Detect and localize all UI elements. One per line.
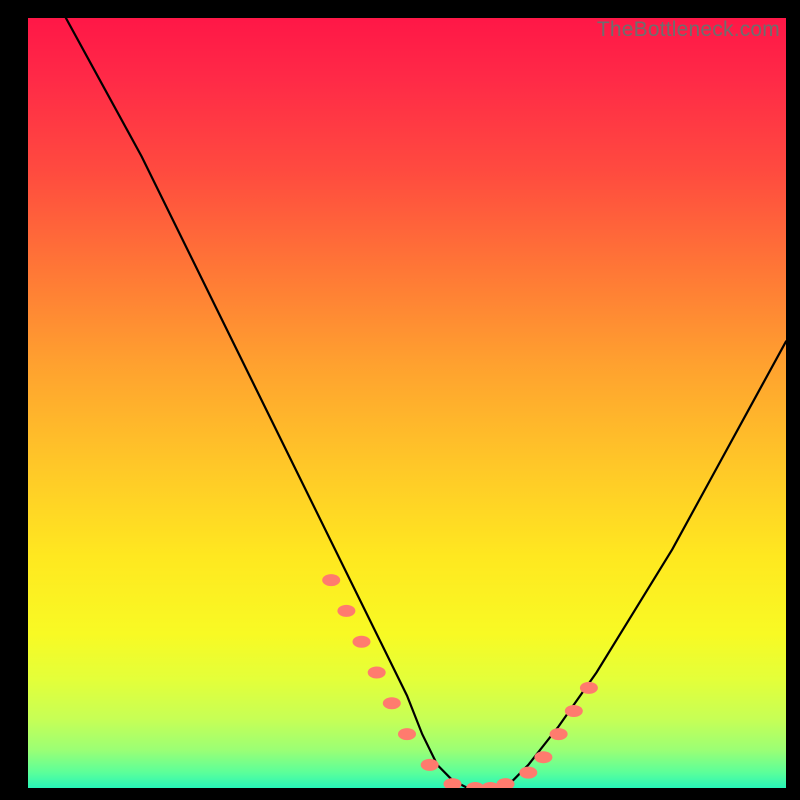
highlight-dot bbox=[383, 697, 401, 709]
chart-frame: TheBottleneck.com bbox=[28, 18, 786, 788]
highlight-dot bbox=[368, 667, 386, 679]
highlight-dot bbox=[534, 751, 552, 763]
highlight-dot bbox=[421, 759, 439, 771]
highlight-dot bbox=[580, 682, 598, 694]
curve-layer bbox=[28, 18, 786, 788]
highlight-dot bbox=[444, 778, 462, 788]
highlight-dot bbox=[497, 778, 515, 788]
bottleneck-curve bbox=[66, 18, 786, 788]
watermark-text: TheBottleneck.com bbox=[597, 18, 780, 42]
highlight-dot bbox=[466, 782, 484, 788]
highlight-dot bbox=[398, 728, 416, 740]
highlight-dot bbox=[322, 574, 340, 586]
highlight-dot bbox=[550, 728, 568, 740]
highlight-dot bbox=[519, 767, 537, 779]
highlight-dot bbox=[337, 605, 355, 617]
highlight-dot bbox=[353, 636, 371, 648]
highlight-dot bbox=[565, 705, 583, 717]
